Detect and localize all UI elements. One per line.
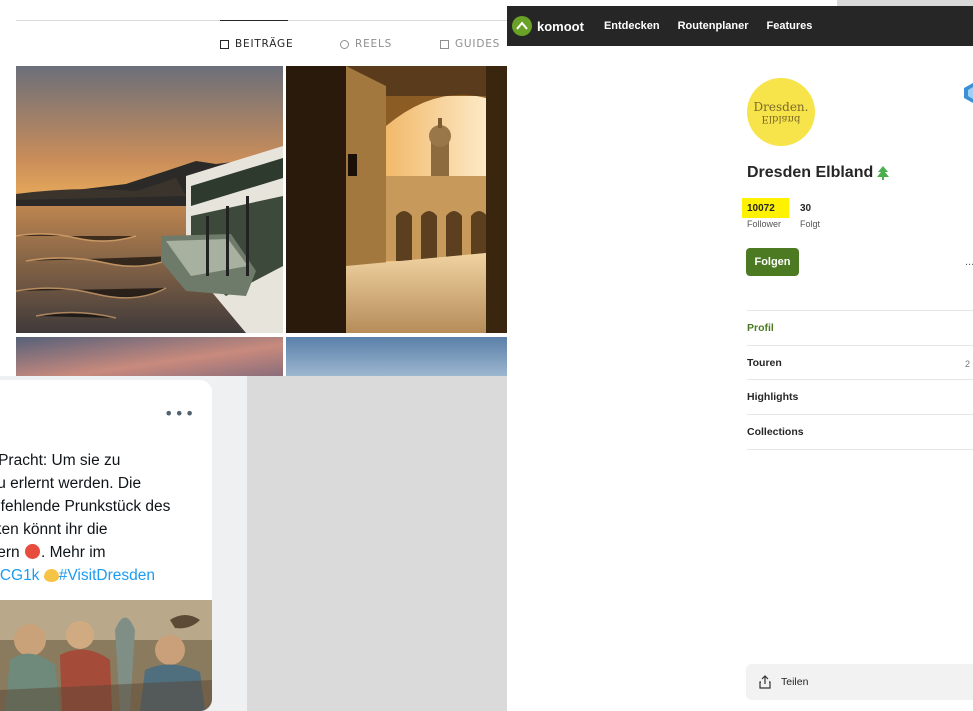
- menu-touren-count: 2: [965, 359, 971, 369]
- tweet-text-line-3: ch fehlende Prunkstück des: [0, 498, 170, 516]
- tweet-text-segment: er Pracht: Um sie zu: [0, 452, 121, 469]
- menu-touren[interactable]: Touren: [747, 357, 782, 369]
- nav-entdecken[interactable]: Entdecken: [604, 20, 660, 32]
- tab-beitraege[interactable]: BEITRÄGE: [220, 38, 293, 50]
- tweet-text-segment: ndern: [0, 544, 20, 561]
- tab-reels-label: REELS: [355, 38, 393, 50]
- following-label: Folgt: [800, 219, 821, 229]
- yellow-heart-emoji-icon: [43, 569, 59, 582]
- more-icon: •••: [164, 404, 196, 423]
- tweet-text-segment: erken könnt ihr die: [0, 521, 108, 538]
- menu-profil[interactable]: Profil: [747, 322, 774, 334]
- tweet-text-line-2: neu erlernt werden. Die: [0, 475, 141, 493]
- menu-divider: [747, 310, 973, 311]
- tab-reels[interactable]: REELS: [340, 38, 392, 50]
- nav-features[interactable]: Features: [767, 20, 813, 32]
- share-label: Teilen: [781, 676, 809, 688]
- share-button[interactable]: Teilen: [746, 664, 973, 700]
- tweet-image-fresco[interactable]: [0, 600, 212, 711]
- pioneer-tree-icon: [877, 166, 890, 180]
- post-photo-river-sunset[interactable]: [16, 66, 283, 333]
- komoot-logo-text: komoot: [537, 18, 584, 34]
- tweet-text-segment: neu erlernt werden. Die: [0, 475, 142, 492]
- avatar-text-line1: Dresden.: [753, 99, 809, 114]
- tweet-column: ••• er Pracht: Um sie zu neu erlernt wer…: [0, 376, 247, 711]
- tab-beitraege-label: BEITRÄGE: [235, 38, 294, 50]
- tweet-text-line-5: ndern . Mehr im: [0, 544, 106, 562]
- reels-icon: [340, 39, 349, 49]
- tweet-panel: ••• er Pracht: Um sie zu neu erlernt wer…: [0, 376, 507, 711]
- profile-name: Dresden Elbland: [747, 164, 890, 182]
- tweet-text-line-1: er Pracht: Um sie zu: [0, 452, 120, 470]
- followers-count[interactable]: 10072: [747, 203, 775, 214]
- tab-guides[interactable]: GUIDES: [440, 38, 500, 50]
- tab-guides-label: GUIDES: [455, 38, 501, 50]
- guides-icon: [440, 39, 449, 49]
- nav-routenplaner[interactable]: Routenplaner: [678, 20, 749, 32]
- post-photo-archway[interactable]: [286, 66, 507, 333]
- komoot-logo[interactable]: komoot: [512, 16, 584, 36]
- post-photo-sky-blue[interactable]: [286, 337, 507, 376]
- menu-divider: [747, 414, 973, 415]
- post-photo-sky-pink[interactable]: [16, 337, 283, 376]
- komoot-logo-icon: [512, 16, 532, 36]
- tweet-text-line-4: erken könnt ihr die: [0, 521, 108, 539]
- active-tab-indicator: [220, 20, 288, 21]
- menu-divider: [747, 345, 973, 346]
- pioneer-badge-icon: [964, 83, 973, 103]
- follow-button[interactable]: Folgen: [746, 248, 799, 276]
- followers-label: Follower: [747, 219, 782, 229]
- share-icon: [759, 675, 771, 689]
- komoot-panel: komoot Entdecken Routenplaner Features D…: [507, 0, 973, 711]
- heart-eyes-emoji-icon: [24, 544, 40, 559]
- tweet-hashtag[interactable]: #VisitDresden: [59, 567, 155, 584]
- tweet-text-line-6: 1wCG1k #VisitDresden: [0, 567, 155, 585]
- more-options-icon[interactable]: ...: [965, 256, 973, 268]
- instagram-panel: BEITRÄGE REELS GUIDES: [0, 0, 507, 376]
- profile-avatar[interactable]: Dresden. Elbland: [747, 78, 815, 146]
- tweet-link[interactable]: 1wCG1k: [0, 567, 39, 584]
- more-options-button[interactable]: •••: [164, 404, 195, 423]
- menu-divider: [747, 449, 973, 450]
- komoot-navbar: komoot Entdecken Routenplaner Features: [507, 6, 973, 46]
- tweet-text-segment: . Mehr im: [40, 544, 106, 561]
- grid-icon: [220, 39, 229, 49]
- following-count[interactable]: 30: [800, 203, 811, 214]
- profile-name-text: Dresden Elbland: [747, 164, 874, 181]
- tweet-text-segment: ch fehlende Prunkstück des: [0, 498, 171, 515]
- avatar-text-line2: Elbland: [761, 112, 801, 124]
- tweet-card[interactable]: ••• er Pracht: Um sie zu neu erlernt wer…: [0, 380, 212, 711]
- menu-highlights[interactable]: Highlights: [747, 391, 798, 403]
- menu-collections[interactable]: Collections: [747, 426, 804, 438]
- menu-divider: [747, 379, 973, 380]
